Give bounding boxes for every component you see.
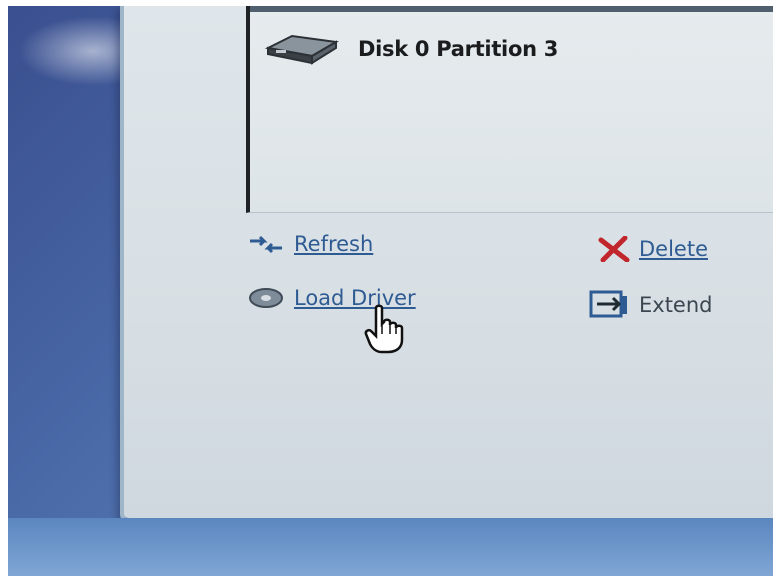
extend-label: Extend [639, 293, 713, 317]
refresh-label: Refresh [294, 232, 374, 256]
delete-label: Delete [639, 237, 708, 261]
list-header-edge [250, 6, 773, 12]
extend-link[interactable]: Extend [587, 288, 713, 322]
hand-pointer-cursor [364, 304, 404, 354]
partition-label: Disk 0 Partition 3 [358, 37, 559, 61]
taskbar-area [8, 518, 773, 576]
desktop-background: Disk 0 Partition 3 Refresh Load Driver D… [8, 6, 773, 576]
hard-disk-icon [264, 34, 340, 65]
refresh-icon [250, 235, 282, 254]
refresh-link[interactable]: Refresh [246, 232, 373, 256]
extend-partition-icon [589, 290, 627, 318]
setup-window: Disk 0 Partition 3 Refresh Load Driver D… [120, 6, 773, 524]
delete-x-icon [598, 236, 630, 262]
delete-link[interactable]: Delete [597, 236, 708, 262]
partition-list[interactable]: Disk 0 Partition 3 [246, 6, 773, 213]
cd-driver-icon [249, 288, 283, 308]
list-item[interactable]: Disk 0 Partition 3 [262, 32, 558, 66]
